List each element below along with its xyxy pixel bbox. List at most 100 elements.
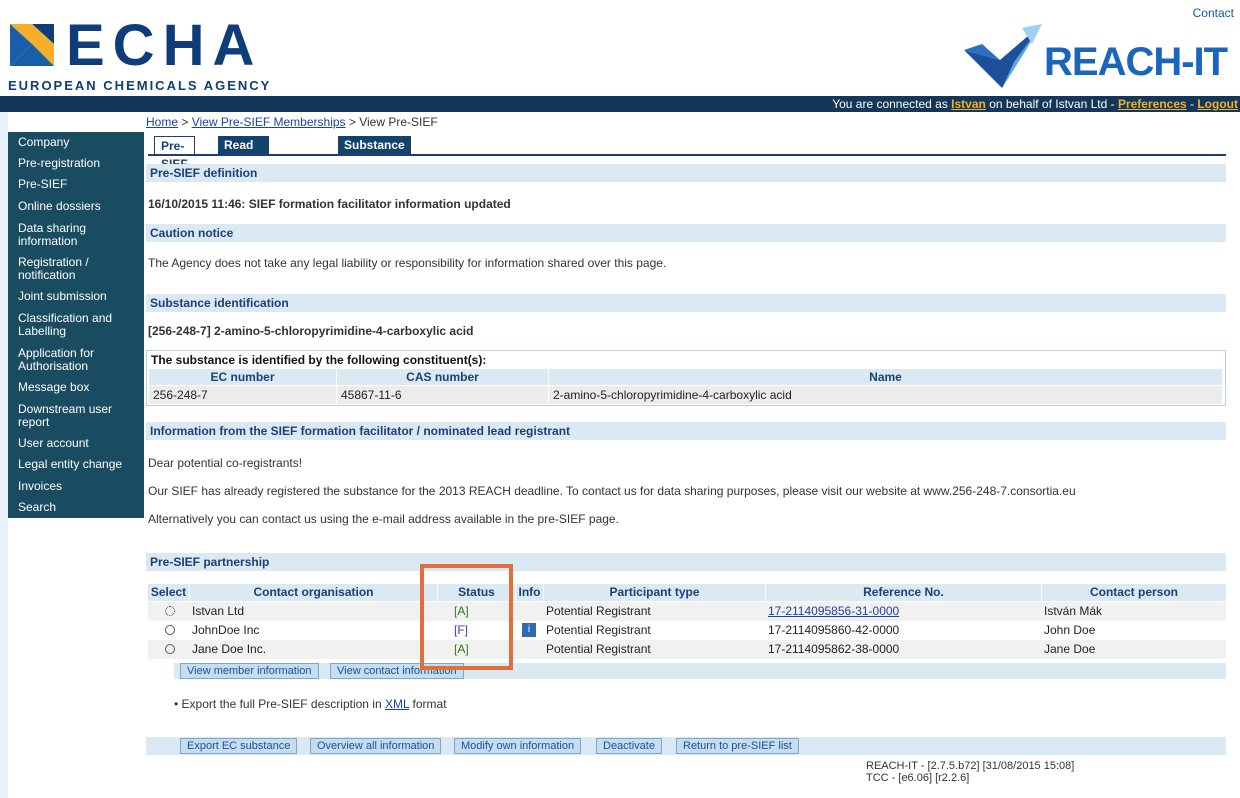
substance-title: [256-248-7] 2-amino-5-chloropyrimidine-4… [148, 324, 474, 338]
select-radio[interactable] [165, 606, 175, 616]
sidebar-item-pre-registration[interactable]: Pre-registration [8, 157, 110, 170]
facilitator-body: Our SIEF has already registered the subs… [148, 484, 1076, 498]
bullet: • [174, 697, 182, 711]
table-cell-cas: 45867-11-6 [337, 386, 549, 404]
table-row: Jane Doe Inc. [A] Potential Registrant 1… [148, 640, 1226, 659]
row-contact-person: John Doe [1044, 623, 1096, 637]
status-highlight-box [420, 564, 513, 670]
breadcrumb-home[interactable]: Home [146, 115, 178, 129]
column-header-info: Info [516, 584, 544, 601]
section-facilitator: Information from the SIEF formation faci… [146, 422, 1226, 440]
connection-prefix: You are connected as [832, 97, 952, 111]
info-icon[interactable]: i [522, 623, 536, 637]
sidebar-item-data-sharing[interactable]: Data sharing information [8, 222, 124, 248]
deactivate-button[interactable]: Deactivate [596, 738, 662, 754]
row-contact-person: Jane Doe [1044, 642, 1096, 656]
row-reference: 17-2114095862-38-0000 [768, 642, 900, 656]
select-radio[interactable] [165, 644, 175, 654]
tab-substance-details[interactable]: Substance details [338, 136, 411, 170]
modify-own-button[interactable]: Modify own information [454, 738, 582, 754]
export-xml-link[interactable]: XML [385, 697, 409, 711]
facilitator-contact: Alternatively you can contact us using t… [148, 512, 619, 526]
logout-link[interactable]: Logout [1197, 97, 1238, 111]
constituents-table: The substance is identified by the follo… [146, 350, 1226, 406]
sidebar-item-message-box[interactable]: Message box [8, 381, 99, 394]
header: Contact ECHA EUROPEAN CHEMICALS AGENCY R… [0, 0, 1240, 96]
select-radio[interactable] [165, 625, 175, 635]
reach-it-logo: REACH-IT [962, 18, 1240, 92]
return-list-button[interactable]: Return to pre-SIEF list [676, 738, 799, 754]
preferences-link[interactable]: Preferences [1118, 97, 1187, 111]
breadcrumb-current: View Pre-SIEF [359, 115, 438, 129]
sidebar-item-company[interactable]: Company [8, 136, 79, 149]
sidebar-nav: Company Pre-registration Pre-SIEF Online… [8, 132, 144, 518]
sidebar-item-downstream-user[interactable]: Downstream user report [8, 403, 132, 429]
reach-it-wordmark: REACH-IT [1044, 40, 1228, 84]
echa-logo[interactable]: ECHA EUROPEAN CHEMICALS AGENCY [8, 13, 298, 94]
row-participant-type: Potential Registrant [546, 604, 651, 618]
sidebar-item-registration[interactable]: Registration / notification [8, 256, 124, 282]
section-caution: Caution notice [146, 224, 1226, 242]
view-member-button[interactable]: View member information [180, 663, 319, 679]
column-header-organisation: Contact organisation [190, 584, 438, 601]
partnership-button-bar: View member information View contact inf… [174, 663, 1226, 679]
column-header-cas: CAS number [337, 369, 549, 385]
column-header-contact-person: Contact person [1042, 584, 1226, 601]
echa-logo-mark-icon [10, 24, 54, 66]
overview-all-button[interactable]: Overview all information [310, 738, 442, 754]
sidebar-item-classification[interactable]: Classification and Labelling [8, 312, 138, 338]
column-header-participant: Participant type [544, 584, 766, 601]
breadcrumb: Home > View Pre-SIEF Memberships > View … [146, 115, 438, 129]
sidebar-item-pre-sief[interactable]: Pre-SIEF [8, 178, 77, 191]
reach-it-arrow-icon [964, 24, 1042, 88]
caution-text: The Agency does not take any legal liabi… [148, 256, 667, 270]
row-organisation: Istvan Ltd [192, 604, 245, 618]
version-line-2: TCC - [e6.06] [r2.2.6] [866, 772, 970, 784]
breadcrumb-sep: > [345, 115, 360, 129]
column-header-ec: EC number [149, 369, 337, 385]
column-header-reference: Reference No. [766, 584, 1042, 601]
sidebar-item-invoices[interactable]: Invoices [8, 480, 72, 493]
version-line-1: REACH-IT - [2.7.5.b72] [31/08/2015 15:08… [866, 760, 1075, 772]
export-suffix: format [409, 697, 447, 711]
table-row: Istvan Ltd [A] Potential Registrant 17-2… [148, 602, 1226, 621]
constituents-heading: The substance is identified by the follo… [151, 353, 487, 367]
table-cell-ec: 256-248-7 [149, 386, 337, 404]
row-reference-link[interactable]: 17-2114095856-31-0000 [768, 602, 899, 621]
echa-subtitle: EUROPEAN CHEMICALS AGENCY [8, 78, 272, 93]
sidebar-item-online-dossiers[interactable]: Online dossiers [8, 200, 111, 213]
sidebar-item-legal-entity[interactable]: Legal entity change [8, 458, 132, 471]
connection-sep: - [1186, 97, 1198, 111]
export-line: • Export the full Pre-SIEF description i… [174, 697, 447, 711]
session-bar: You are connected as Istvan on behalf of… [0, 96, 1240, 112]
sidebar-item-user-account[interactable]: User account [8, 437, 99, 450]
sidebar-item-search[interactable]: Search [8, 501, 66, 514]
sidebar-item-joint-submission[interactable]: Joint submission [8, 290, 117, 303]
section-identification: Substance identification [146, 294, 1226, 312]
tab-pre-sief[interactable]: Pre-SIEF [154, 136, 195, 171]
breadcrumb-sep: > [178, 115, 192, 129]
echa-wordmark: ECHA [66, 13, 263, 78]
tab-underline [148, 154, 1226, 156]
export-ec-substance-button[interactable]: Export EC substance [180, 738, 298, 754]
row-reference: 17-2114095860-42-0000 [768, 623, 900, 637]
row-organisation: JohnDoe Inc [192, 623, 260, 637]
facilitator-greeting: Dear potential co-registrants! [148, 456, 303, 470]
table-row: JohnDoe Inc [F] i Potential Registrant 1… [148, 621, 1226, 640]
sidebar-item-authorisation[interactable]: Application for Authorisation [8, 347, 118, 373]
row-contact-person: István Mák [1044, 604, 1103, 618]
version-info: REACH-IT - [2.7.5.b72] [31/08/2015 15:08… [866, 760, 1074, 784]
table-cell-name: 2-amino-5-chloropyrimidine-4-carboxylic … [549, 386, 1223, 404]
row-organisation: Jane Doe Inc. [192, 642, 267, 656]
row-participant-type: Potential Registrant [546, 642, 651, 656]
connection-middle: on behalf of Istvan Ltd - [985, 97, 1118, 111]
definition-text: 16/10/2015 11:46: SIEF formation facilit… [148, 197, 511, 211]
left-margin-strip [0, 112, 8, 798]
breadcrumb-memberships[interactable]: View Pre-SIEF Memberships [192, 115, 346, 129]
user-link[interactable]: Istvan [951, 97, 986, 111]
tab-read-across[interactable]: Read across details [218, 136, 269, 188]
export-prefix: Export the full Pre-SIEF description in [181, 697, 385, 711]
action-button-bar: Export EC substance Overview all informa… [146, 737, 1226, 755]
connection-status: You are connected as Istvan on behalf of… [832, 97, 1238, 111]
column-header-select: Select [148, 584, 190, 601]
